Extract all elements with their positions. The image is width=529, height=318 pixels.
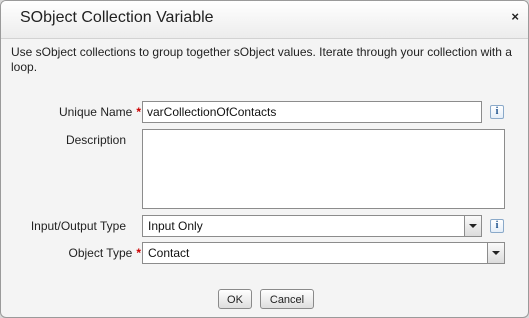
dialog-title: SObject Collection Variable — [20, 9, 214, 26]
unique-name-input[interactable] — [142, 101, 482, 123]
cancel-button[interactable]: Cancel — [260, 289, 314, 309]
io-type-selected-value: Input Only — [148, 219, 203, 233]
object-type-label: Object Type * — [21, 246, 142, 260]
chevron-down-icon — [464, 216, 481, 236]
description-label: Description — [65, 133, 126, 147]
object-type-label-text: Object Type — [68, 246, 133, 260]
dialog-titlebar: SObject Collection Variable × — [1, 1, 528, 39]
unique-name-label: Unique Name * — [21, 105, 141, 119]
required-marker: * — [136, 105, 141, 119]
close-icon[interactable]: × — [511, 9, 519, 24]
sobject-collection-variable-dialog: SObject Collection Variable × Use sObjec… — [0, 0, 529, 318]
dialog-description-text: Use sObject collections to group togethe… — [11, 45, 512, 74]
info-icon[interactable]: i — [490, 105, 504, 119]
io-type-select[interactable]: Input Only — [142, 215, 482, 237]
required-marker: * — [136, 246, 141, 260]
object-type-selected-value: Contact — [148, 246, 190, 260]
description-textarea[interactable] — [142, 129, 505, 209]
io-type-label: Input/Output Type — [30, 219, 126, 233]
info-icon[interactable]: i — [490, 219, 504, 233]
object-type-select[interactable]: Contact — [142, 242, 505, 264]
chevron-down-icon — [487, 243, 504, 263]
unique-name-label-text: Unique Name — [58, 105, 133, 119]
ok-button[interactable]: OK — [218, 289, 252, 309]
